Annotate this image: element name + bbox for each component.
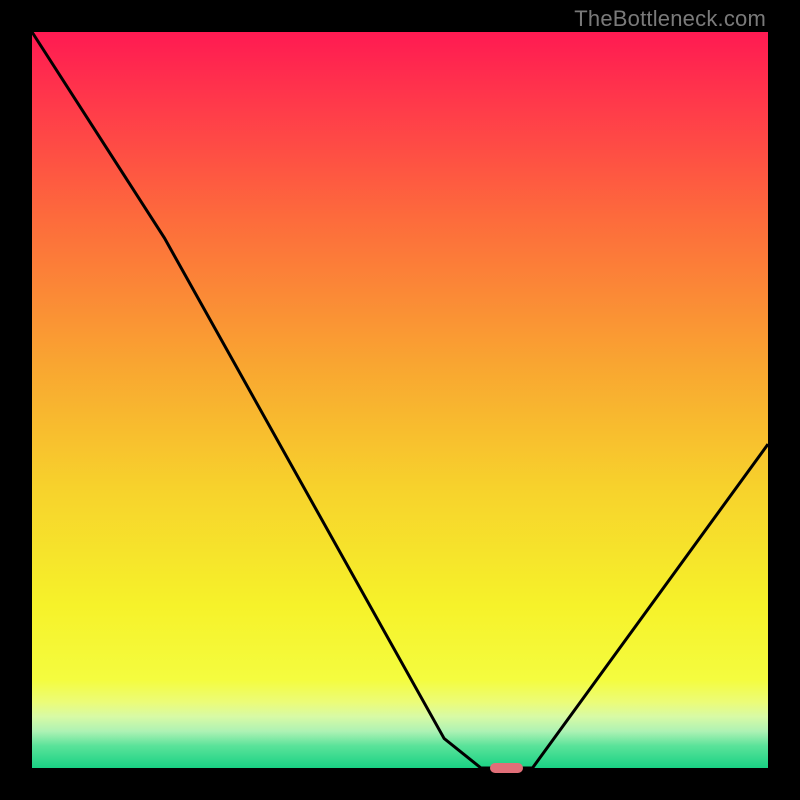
chart-frame: TheBottleneck.com — [0, 0, 800, 800]
bottleneck-curve — [32, 32, 768, 768]
curve-path — [32, 32, 768, 768]
watermark-text: TheBottleneck.com — [574, 6, 766, 32]
optimal-marker — [490, 763, 523, 773]
